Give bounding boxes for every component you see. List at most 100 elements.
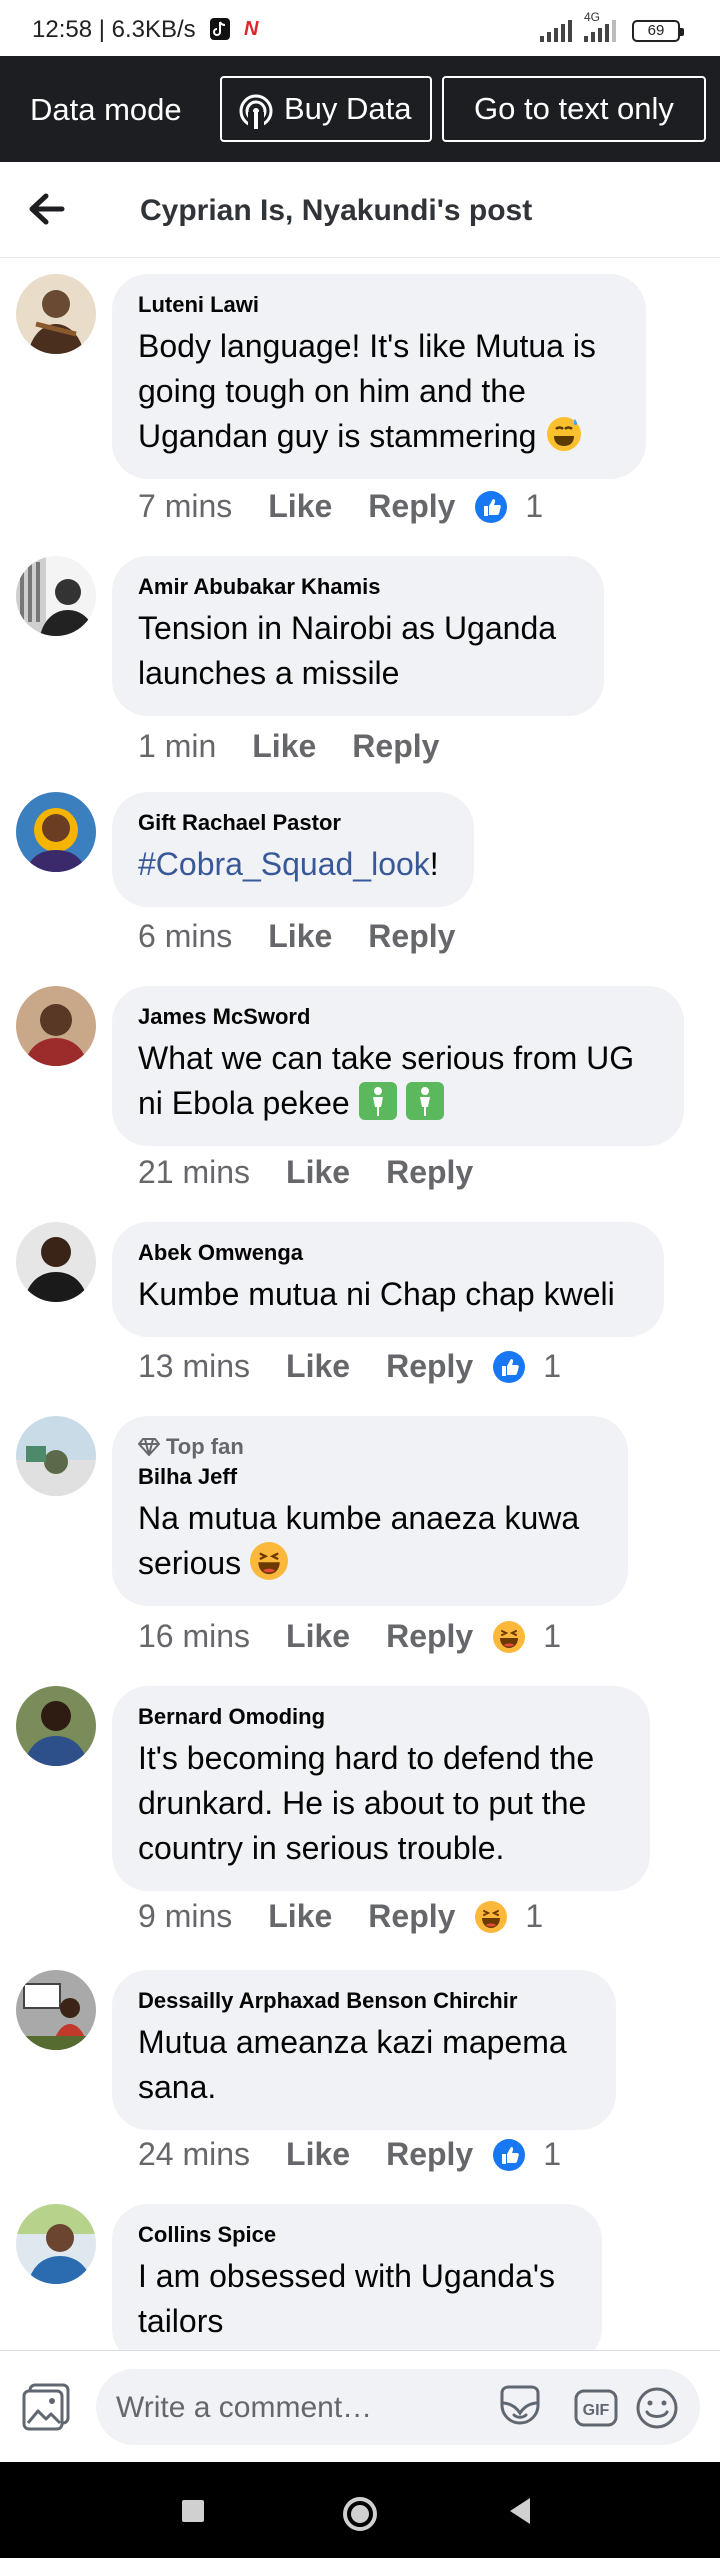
person-standing-emoji-icon bbox=[358, 1082, 397, 1120]
like-button[interactable]: Like bbox=[268, 918, 332, 955]
comment-text: I am obsessed with Uganda's tailors bbox=[138, 2258, 555, 2339]
back-button[interactable] bbox=[506, 2496, 534, 2526]
like-button[interactable]: Like bbox=[268, 488, 332, 525]
reaction-count: 1 bbox=[525, 488, 544, 524]
tiktok-icon bbox=[210, 18, 230, 40]
comment-text: Body language! It's like Mutua is going … bbox=[138, 324, 620, 459]
avatar[interactable] bbox=[16, 1222, 96, 1302]
comment-author[interactable]: Dessailly Arphaxad Benson Chirchir bbox=[138, 1988, 590, 2014]
comment-text: Na mutua kumbe anaeza kuwa serious bbox=[138, 1496, 602, 1586]
comment-meta: 7 mins Like Reply 1 bbox=[138, 488, 543, 525]
sweat-smile-emoji-icon bbox=[547, 417, 582, 451]
comment-author[interactable]: James McSword bbox=[138, 1004, 658, 1030]
comment-bubble: Amir Abubakar Khamis Tension in Nairobi … bbox=[112, 556, 604, 716]
signal-icon bbox=[540, 20, 572, 42]
comment-author[interactable]: Bilha Jeff bbox=[138, 1464, 602, 1490]
text-only-button[interactable]: Go to text only bbox=[442, 76, 706, 142]
person-standing-emoji-icon bbox=[405, 1082, 444, 1120]
comment-text: What we can take serious from UG ni Ebol… bbox=[138, 1036, 658, 1126]
comment-timestamp: 1 min bbox=[138, 728, 217, 764]
comment-timestamp: 9 mins bbox=[138, 1898, 233, 1934]
comment-bubble: Abek Omwenga Kumbe mutua ni Chap chap kw… bbox=[112, 1222, 664, 1337]
smiley-icon[interactable] bbox=[634, 2385, 680, 2431]
comment-placeholder: Write a comment… bbox=[116, 2391, 373, 2424]
comment-input[interactable]: Write a comment… GIF bbox=[96, 2369, 700, 2445]
comment-timestamp: 24 mins bbox=[138, 2136, 251, 2172]
status-bar: 12:58 | 6.3KB/s N 4G 69 bbox=[0, 0, 720, 56]
reply-button[interactable]: Reply bbox=[368, 488, 455, 525]
arrow-left-icon[interactable] bbox=[26, 188, 68, 230]
like-button[interactable]: Like bbox=[286, 1618, 350, 1655]
like-button[interactable]: Like bbox=[286, 1348, 350, 1385]
reaction-count: 1 bbox=[525, 1898, 544, 1934]
laughing-emoji-icon bbox=[250, 1542, 289, 1580]
buy-data-button[interactable]: Buy Data bbox=[220, 76, 432, 142]
comment-bubble: Collins Spice I am obsessed with Uganda'… bbox=[112, 2204, 602, 2364]
diamond-icon bbox=[138, 1438, 160, 1456]
comment-text: Mutua ameanza kazi mapema sana. bbox=[138, 2024, 567, 2105]
avatar[interactable] bbox=[16, 1686, 96, 1766]
comment-text: Tension in Nairobi as Uganda launches a … bbox=[138, 610, 557, 691]
comment-bubble: Gift Rachael Pastor #Cobra_Squad_look! bbox=[112, 792, 474, 907]
comment-text-content: Body language! It's like Mutua is going … bbox=[138, 328, 596, 454]
home-button[interactable] bbox=[340, 2494, 380, 2534]
reply-button[interactable]: Reply bbox=[386, 1348, 473, 1385]
reaction-summary[interactable]: 1 bbox=[493, 1348, 561, 1385]
comment-meta: 16 mins Like Reply 1 bbox=[138, 1618, 561, 1655]
comment-text: #Cobra_Squad_look! bbox=[138, 842, 448, 887]
avatar[interactable] bbox=[16, 1416, 96, 1496]
reaction-summary[interactable]: 1 bbox=[475, 488, 543, 525]
top-fan-label: Top fan bbox=[166, 1434, 244, 1459]
reaction-summary[interactable]: 1 bbox=[493, 2136, 561, 2173]
thumbs-up-icon bbox=[493, 2138, 526, 2171]
reply-button[interactable]: Reply bbox=[386, 2136, 473, 2173]
comment-author[interactable]: Bernard Omoding bbox=[138, 1704, 624, 1730]
comment-meta: 13 mins Like Reply 1 bbox=[138, 1348, 561, 1385]
comment-timestamp: 16 mins bbox=[138, 1618, 251, 1654]
hashtag-link[interactable]: #Cobra_Squad_look bbox=[138, 846, 430, 882]
thumbs-up-icon bbox=[493, 1350, 526, 1383]
comment-timestamp: 7 mins bbox=[138, 488, 233, 524]
comment-meta: 6 mins Like Reply bbox=[138, 918, 455, 955]
comment-author[interactable]: Gift Rachael Pastor bbox=[138, 810, 448, 836]
post-header: Cyprian Is, Nyakundi's post bbox=[0, 162, 720, 258]
data-mode-label: Data mode bbox=[30, 92, 182, 127]
comment-text: Kumbe mutua ni Chap chap kweli bbox=[138, 1276, 615, 1312]
signal-icon bbox=[584, 20, 616, 42]
reply-button[interactable]: Reply bbox=[368, 1898, 455, 1935]
like-button[interactable]: Like bbox=[286, 2136, 350, 2173]
reply-button[interactable]: Reply bbox=[386, 1154, 473, 1191]
reply-button[interactable]: Reply bbox=[352, 728, 439, 765]
avatar[interactable] bbox=[16, 556, 96, 636]
reaction-count: 1 bbox=[543, 2136, 562, 2172]
comment-author[interactable]: Luteni Lawi bbox=[138, 292, 620, 318]
comment-timestamp: 21 mins bbox=[138, 1154, 251, 1190]
like-button[interactable]: Like bbox=[286, 1154, 350, 1191]
reaction-summary[interactable]: 1 bbox=[475, 1898, 543, 1935]
sticker-icon[interactable] bbox=[496, 2385, 546, 2431]
reply-button[interactable]: Reply bbox=[368, 918, 455, 955]
comment-timestamp: 6 mins bbox=[138, 918, 233, 954]
data-mode-bar: Data mode Buy Data Go to text only bbox=[0, 56, 720, 162]
gif-icon[interactable]: GIF bbox=[574, 2389, 618, 2427]
status-time: 12:58 | 6.3KB/s bbox=[32, 16, 196, 43]
comment-bubble: Dessailly Arphaxad Benson Chirchir Mutua… bbox=[112, 1970, 616, 2130]
comment-bubble: James McSword What we can take serious f… bbox=[112, 986, 684, 1146]
avatar[interactable] bbox=[16, 792, 96, 872]
avatar[interactable] bbox=[16, 2204, 96, 2284]
like-button[interactable]: Like bbox=[268, 1898, 332, 1935]
broadcast-icon bbox=[239, 94, 273, 129]
thumbs-up-icon bbox=[475, 490, 508, 523]
comment-author[interactable]: Collins Spice bbox=[138, 2222, 576, 2248]
comment-author[interactable]: Abek Omwenga bbox=[138, 1240, 638, 1266]
reaction-summary[interactable]: 1 bbox=[493, 1618, 561, 1655]
recent-apps-button[interactable] bbox=[182, 2500, 204, 2522]
comment-author[interactable]: Amir Abubakar Khamis bbox=[138, 574, 578, 600]
comment-bubble: Bernard Omoding It's becoming hard to de… bbox=[112, 1686, 650, 1891]
avatar[interactable] bbox=[16, 986, 96, 1066]
reply-button[interactable]: Reply bbox=[386, 1618, 473, 1655]
avatar[interactable] bbox=[16, 1970, 96, 2050]
like-button[interactable]: Like bbox=[252, 728, 316, 765]
photo-icon[interactable] bbox=[20, 2381, 72, 2433]
avatar[interactable] bbox=[16, 274, 96, 354]
